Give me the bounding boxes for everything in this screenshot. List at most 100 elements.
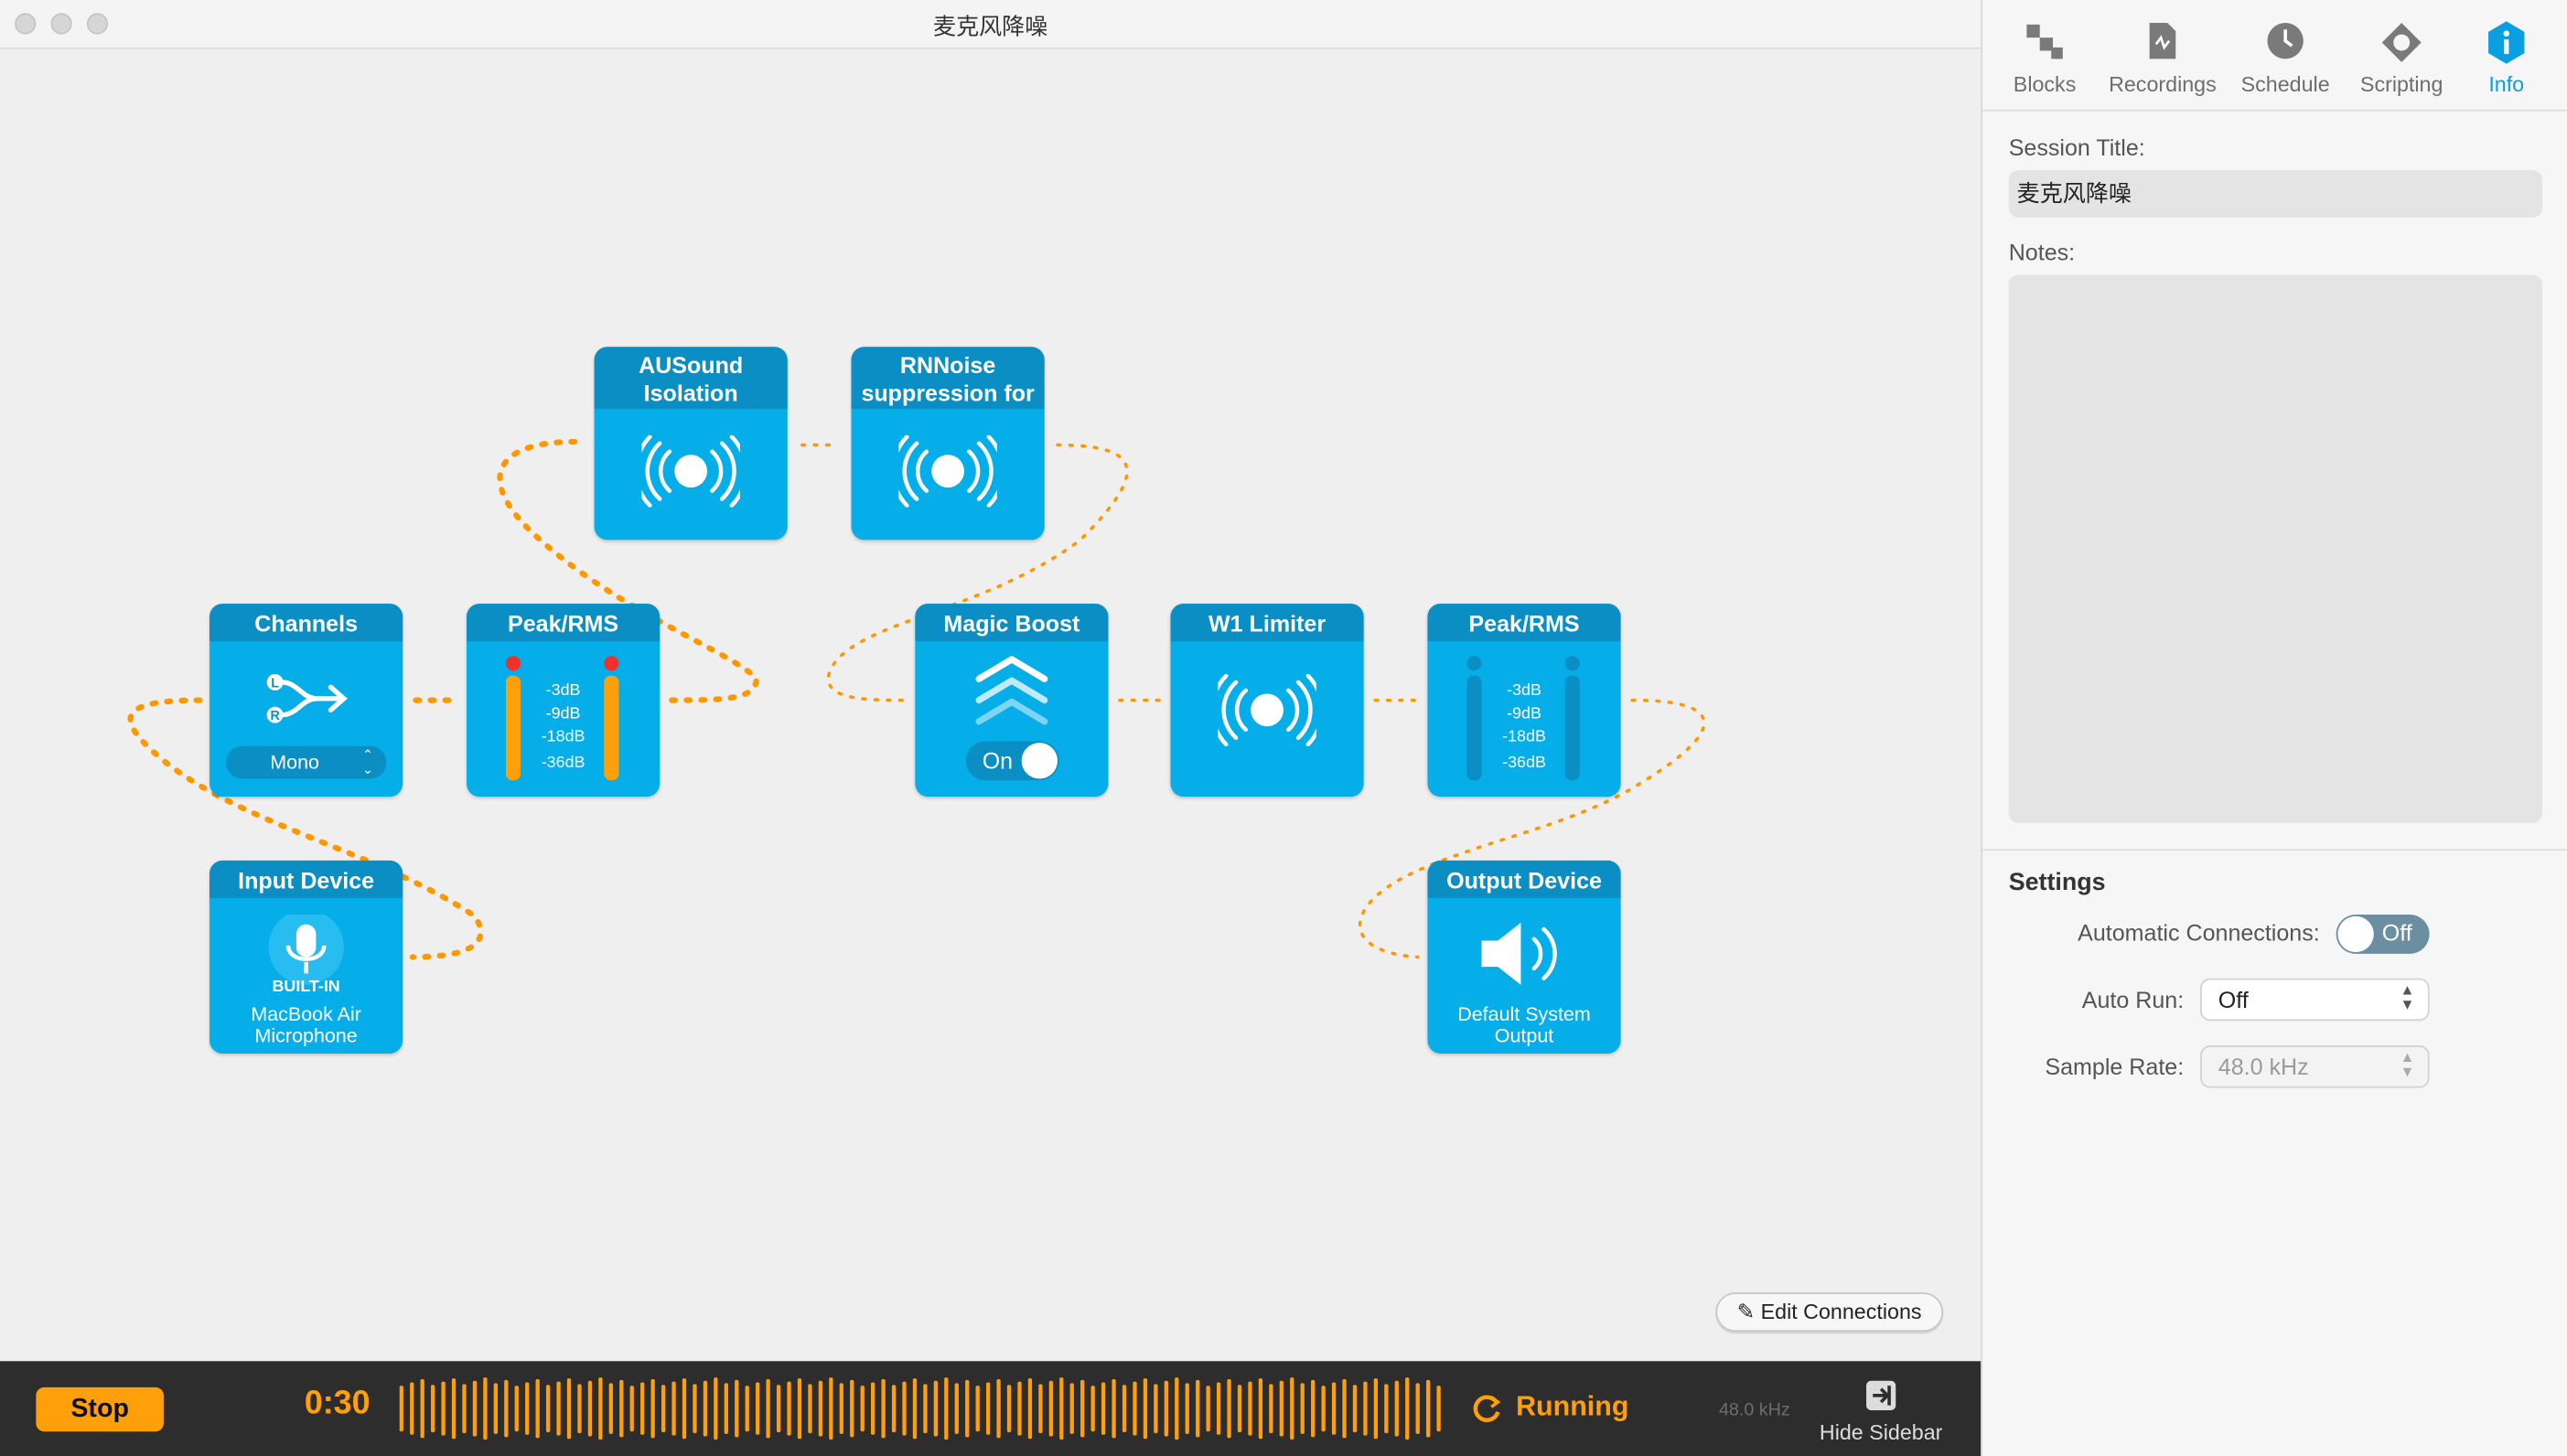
waveform-bar bbox=[1405, 1377, 1410, 1440]
waveform-bar bbox=[902, 1381, 907, 1436]
hide-sidebar-icon[interactable] bbox=[1866, 1380, 1896, 1410]
waveform-bar bbox=[1352, 1385, 1358, 1433]
waveform-bar bbox=[1331, 1382, 1337, 1435]
waveform-bar bbox=[1164, 1380, 1168, 1437]
block-title: Magic Boost bbox=[915, 604, 1109, 642]
waveform-bar bbox=[1196, 1379, 1200, 1438]
tab-blocks[interactable]: Blocks bbox=[1995, 0, 2093, 108]
audio-unit-broadcast-icon bbox=[641, 434, 740, 508]
waveform-bar bbox=[1258, 1378, 1263, 1440]
waveform-bar bbox=[1143, 1378, 1148, 1440]
title-bar: 麦克风降噪 bbox=[0, 0, 1982, 49]
hide-sidebar-button[interactable]: Hide Sidebar bbox=[1814, 1420, 1949, 1445]
auto-connections-label: Automatic Connections: bbox=[2078, 919, 2320, 946]
waveform-bar bbox=[933, 1380, 939, 1437]
peak-rms-block[interactable]: Peak/RMS -3dB -9dB -18dB -36dB bbox=[467, 604, 661, 798]
channel-mode-select[interactable]: Mono ⌃ ⌄ bbox=[225, 745, 387, 779]
meter-label: -3dB bbox=[545, 681, 581, 701]
main-window: 麦克风降噪 Channels L R Mono ⌃ ⌄ Peak/RMS -3d… bbox=[0, 0, 1982, 1456]
microphone-icon bbox=[268, 914, 344, 985]
waveform-bar bbox=[1279, 1380, 1284, 1437]
block-canvas: Channels L R Mono ⌃ ⌄ Peak/RMS -3dB -9dB… bbox=[0, 49, 1981, 1362]
tab-scripting[interactable]: Scripting bbox=[2349, 0, 2454, 108]
waveform-bar bbox=[483, 1377, 488, 1440]
edit-connections-button[interactable]: ✎ Edit Connections bbox=[1715, 1292, 1943, 1333]
waveform-bar bbox=[797, 1378, 802, 1440]
waveform-bar bbox=[1373, 1378, 1379, 1440]
waveform-bar bbox=[619, 1379, 624, 1438]
waveform-bar bbox=[724, 1383, 728, 1434]
block-title: W1 Limiter bbox=[1170, 604, 1364, 642]
waveform-bar bbox=[1363, 1381, 1368, 1436]
waveform-bar bbox=[661, 1385, 666, 1433]
waveform-bar bbox=[1206, 1386, 1210, 1432]
waveform-bar bbox=[1311, 1379, 1316, 1438]
channels-block[interactable]: Channels L R Mono ⌃ ⌄ bbox=[209, 604, 403, 798]
rnnoise-block[interactable]: RNNoise suppression for bbox=[851, 347, 1045, 541]
auto-connections-toggle[interactable]: Off bbox=[2336, 914, 2430, 954]
waveform-bar bbox=[1027, 1378, 1033, 1440]
waveform-bar bbox=[514, 1386, 519, 1432]
waveform-bar bbox=[1122, 1385, 1127, 1433]
waveform-bar bbox=[420, 1378, 424, 1439]
tab-info[interactable]: Info bbox=[2464, 0, 2549, 108]
waveform-visualizer bbox=[399, 1377, 1441, 1440]
waveform-bar bbox=[1048, 1380, 1054, 1437]
waveform-bar bbox=[850, 1379, 854, 1438]
chevron-updown-icon: ⌃ ⌄ bbox=[362, 747, 374, 777]
notes-textarea[interactable] bbox=[2008, 274, 2543, 823]
waveform-bar bbox=[1415, 1383, 1420, 1434]
ausound-isolation-block[interactable]: AUSound Isolation bbox=[594, 347, 788, 541]
sample-rate-value: 48.0 kHz bbox=[2218, 1053, 2309, 1080]
w1-limiter-block[interactable]: W1 Limiter bbox=[1170, 604, 1364, 798]
waveform-bar bbox=[839, 1383, 843, 1434]
waveform-bar bbox=[944, 1377, 949, 1440]
tab-recordings[interactable]: Recordings bbox=[2104, 0, 2222, 108]
scripting-icon bbox=[2381, 23, 2422, 62]
session-title-field[interactable]: 麦克风降噪 bbox=[2008, 170, 2543, 218]
waveform-bar bbox=[1290, 1377, 1294, 1440]
waveform-bar bbox=[1300, 1383, 1305, 1434]
divider bbox=[1982, 109, 2567, 112]
inspector-sidebar: Blocks Recordings Schedule Scripting Inf… bbox=[1981, 0, 2567, 1456]
settings-heading: Settings bbox=[2008, 868, 2106, 897]
magic-boost-block[interactable]: Magic Boost On bbox=[915, 604, 1109, 798]
divider bbox=[1982, 849, 2567, 851]
window-title: 麦克风降噪 bbox=[933, 13, 1048, 39]
clock-icon bbox=[2267, 23, 2304, 59]
waveform-bar bbox=[1237, 1385, 1242, 1433]
waveform-bar bbox=[556, 1381, 561, 1436]
waveform-bar bbox=[1090, 1386, 1095, 1432]
waveform-bar bbox=[577, 1384, 582, 1433]
waveform-bar bbox=[671, 1381, 676, 1436]
waveform-bar bbox=[566, 1378, 572, 1440]
stop-button[interactable]: Stop bbox=[36, 1386, 164, 1432]
waveform-bar bbox=[545, 1385, 551, 1433]
waveform-bar bbox=[1069, 1383, 1074, 1434]
auto-run-select[interactable]: Off ▲ ▼ bbox=[2200, 978, 2430, 1022]
block-title-line1: AUSound bbox=[639, 351, 744, 379]
peak-rms-block-output[interactable]: Peak/RMS -3dB -9dB -18dB -36dB bbox=[1427, 604, 1621, 798]
toggle-knob bbox=[2337, 915, 2374, 953]
meter-label: -9dB bbox=[545, 704, 581, 723]
magic-boost-toggle[interactable]: On bbox=[965, 741, 1059, 781]
waveform-bar bbox=[430, 1385, 435, 1433]
block-title: Peak/RMS bbox=[1427, 604, 1621, 642]
waveform-bar bbox=[410, 1382, 414, 1435]
waveform-bar bbox=[871, 1382, 875, 1435]
waveform-bar bbox=[923, 1384, 928, 1433]
tab-label: Info bbox=[2488, 71, 2525, 97]
block-title: RNNoise suppression for bbox=[851, 347, 1045, 410]
waveform-bar bbox=[650, 1378, 655, 1439]
channel-mode-value: Mono bbox=[270, 751, 319, 775]
waveform-bar bbox=[1248, 1381, 1252, 1436]
device-name-line2: Output bbox=[1494, 1023, 1554, 1047]
sample-rate-select[interactable]: 48.0 kHz ▲ ▼ bbox=[2200, 1045, 2430, 1088]
output-device-block[interactable]: Output Device Default System Output bbox=[1427, 860, 1621, 1054]
tab-schedule[interactable]: Schedule bbox=[2231, 0, 2339, 108]
input-device-block[interactable]: Input Device BUILT-IN MacBook Air Microp… bbox=[209, 860, 403, 1054]
waveform-bar bbox=[1006, 1385, 1012, 1433]
tab-label: Blocks bbox=[2013, 71, 2077, 97]
waveform-bar bbox=[504, 1379, 509, 1438]
notes-label: Notes: bbox=[2008, 239, 2076, 265]
